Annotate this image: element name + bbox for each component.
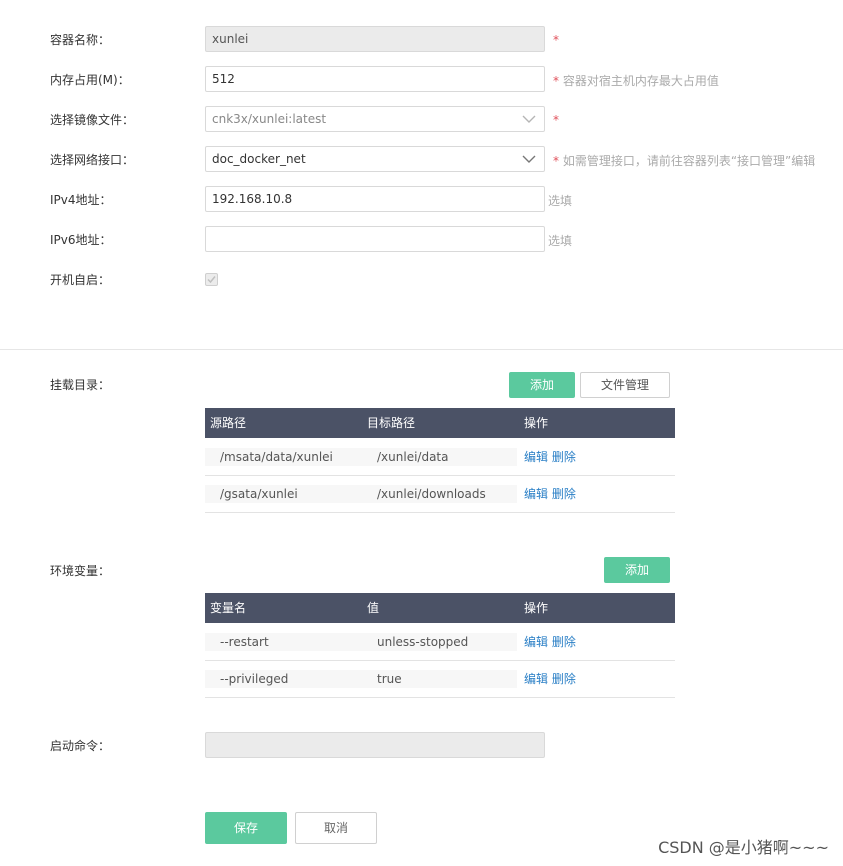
edit-link[interactable]: 编辑 (524, 635, 548, 649)
network-hint-text: 如需管理接口，请前往容器列表“接口管理”编辑 (562, 154, 816, 168)
ipv6-input[interactable] (205, 226, 545, 252)
variable-value-cell: true (362, 670, 517, 688)
source-path-cell: /msata/data/xunlei (205, 448, 365, 466)
edit-link[interactable]: 编辑 (524, 487, 548, 501)
row-actions: 编辑 删除 (524, 449, 576, 465)
memory-label: 内存占用(M)： (50, 73, 130, 87)
ipv6-label: IPv6地址： (50, 233, 112, 247)
image-label: 选择镜像文件： (50, 113, 135, 127)
env-table-header: 变量名 值 操作 (205, 593, 675, 623)
target-path-cell: /xunlei/downloads (362, 485, 517, 503)
cancel-button[interactable]: 取消 (295, 812, 377, 844)
edit-link[interactable]: 编辑 (524, 450, 548, 464)
ipv4-label: IPv4地址： (50, 193, 112, 207)
required-mark: * (553, 74, 559, 88)
delete-link[interactable]: 删除 (552, 487, 576, 501)
required-mark: * (553, 154, 559, 168)
image-select[interactable]: cnk3x/xunlei:latest (205, 106, 545, 132)
add-env-button[interactable]: 添加 (604, 557, 670, 583)
delete-link[interactable]: 删除 (552, 450, 576, 464)
env-label: 环境变量： (50, 564, 111, 578)
column-header: 源路径 (210, 416, 247, 430)
column-header: 操作 (524, 601, 549, 615)
target-path-cell: /xunlei/data (362, 448, 517, 466)
column-header: 操作 (524, 416, 549, 430)
source-path-cell: /gsata/xunlei (205, 485, 365, 503)
autostart-label: 开机自启： (50, 273, 111, 287)
required-mark: * (553, 113, 559, 127)
container-name-label: 容器名称： (50, 33, 111, 47)
memory-hint: * 容器对宿主机内存最大占用值 (553, 73, 719, 89)
network-label: 选择网络接口： (50, 153, 135, 167)
section-divider (0, 349, 843, 350)
delete-link[interactable]: 删除 (552, 635, 576, 649)
required-mark: * (553, 33, 559, 47)
image-select-value: cnk3x/xunlei:latest (212, 112, 327, 126)
command-label: 启动命令： (50, 739, 111, 753)
chevron-down-icon (522, 155, 536, 163)
watermark: CSDN @是小猪啊~~~ (658, 838, 829, 857)
variable-value-cell: unless-stopped (362, 633, 517, 651)
container-name-field: xunlei (205, 26, 545, 52)
add-mount-button[interactable]: 添加 (509, 372, 575, 398)
column-header: 值 (367, 601, 380, 615)
variable-name-cell: --privileged (205, 670, 365, 688)
memory-hint-text: 容器对宿主机内存最大占用值 (562, 74, 719, 88)
edit-link[interactable]: 编辑 (524, 672, 548, 686)
table-row: /msata/data/xunlei /xunlei/data 编辑 删除 (205, 439, 675, 476)
row-actions: 编辑 删除 (524, 671, 576, 687)
memory-input[interactable] (205, 66, 545, 92)
network-select-value: doc_docker_net (212, 152, 306, 166)
table-row: --restart unless-stopped 编辑 删除 (205, 624, 675, 661)
ipv4-input[interactable] (205, 186, 545, 212)
variable-name-cell: --restart (205, 633, 365, 651)
row-actions: 编辑 删除 (524, 634, 576, 650)
autostart-checkbox[interactable] (205, 273, 218, 286)
save-button[interactable]: 保存 (205, 812, 287, 844)
chevron-down-icon (522, 115, 536, 123)
file-management-button[interactable]: 文件管理 (580, 372, 670, 398)
ipv4-hint: 选填 (548, 194, 573, 208)
table-row: --privileged true 编辑 删除 (205, 661, 675, 698)
network-hint: * 如需管理接口，请前往容器列表“接口管理”编辑 (553, 153, 815, 169)
column-header: 目标路径 (367, 416, 416, 430)
check-icon (207, 276, 216, 284)
table-row: /gsata/xunlei /xunlei/downloads 编辑 删除 (205, 476, 675, 513)
mounts-label: 挂载目录： (50, 378, 111, 392)
delete-link[interactable]: 删除 (552, 672, 576, 686)
row-actions: 编辑 删除 (524, 486, 576, 502)
column-header: 变量名 (210, 601, 247, 615)
mounts-table-header: 源路径 目标路径 操作 (205, 408, 675, 438)
network-select[interactable]: doc_docker_net (205, 146, 545, 172)
ipv6-hint: 选填 (548, 234, 573, 248)
command-field (205, 732, 545, 758)
